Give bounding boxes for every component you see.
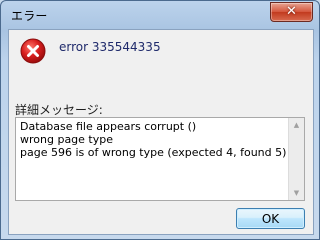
dialog-body: error 335544335 詳細メッセージ: Database file a…	[8, 29, 314, 235]
details-textbox[interactable]: Database file appears corrupt () wrong p…	[15, 117, 305, 201]
scroll-up-icon[interactable]: ▲	[291, 121, 302, 129]
close-button[interactable]: ✕	[270, 2, 313, 22]
window-title: エラー	[11, 9, 48, 23]
scroll-down-icon[interactable]: ▼	[291, 189, 302, 197]
error-message: error 335544335	[59, 40, 161, 54]
details-text[interactable]: Database file appears corrupt () wrong p…	[20, 120, 288, 159]
error-dialog-window: エラー ✕ error 335544335 詳細メッセージ: Database …	[0, 0, 320, 240]
vertical-scrollbar[interactable]: ▲ ▼	[288, 118, 304, 200]
error-icon	[20, 38, 46, 64]
close-icon: ✕	[286, 4, 297, 19]
title-bar[interactable]: エラー ✕	[1, 1, 319, 29]
details-label: 詳細メッセージ:	[15, 103, 103, 117]
ok-button[interactable]: OK	[236, 208, 305, 229]
